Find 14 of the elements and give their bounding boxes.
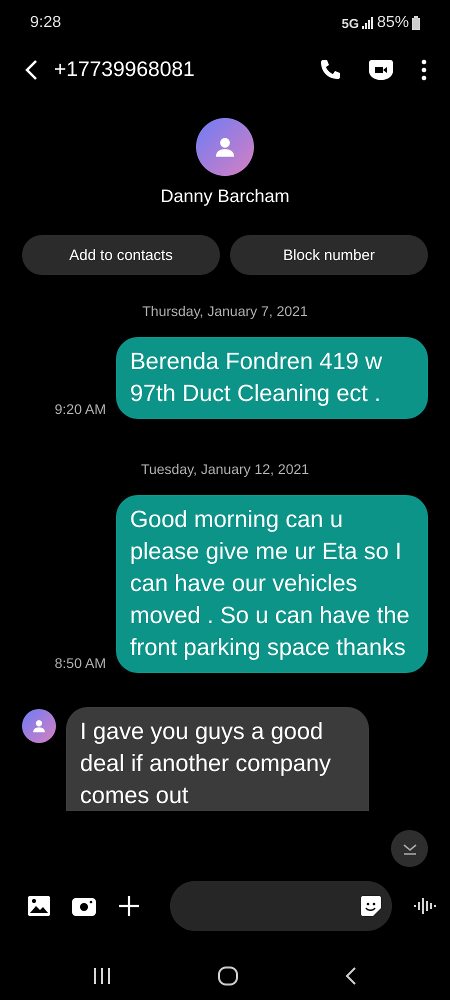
network-label: 5G (342, 16, 359, 30)
date-separator: Thursday, January 7, 2021 (142, 303, 308, 319)
action-button[interactable]: Block number (230, 235, 428, 275)
contact-name: Danny Barcham (160, 186, 290, 207)
date-separator: Tuesday, January 12, 2021 (140, 461, 310, 477)
battery-level: 85% (376, 14, 409, 32)
message-time: 9:20 AM (54, 401, 106, 417)
action-button[interactable]: Add to contacts (22, 235, 220, 275)
sent-message: Good morning can u please give me ur Eta so I can have our vehicles moved . So u can have the front parking space thanks (116, 495, 428, 673)
sent-message: Berenda Fondren 419 w 97th Duct Cleaning ect . (116, 337, 428, 419)
phone-number: +17739968081 (54, 58, 196, 82)
status-time: 9:28 (30, 14, 62, 32)
received-message: I gave you guys a good deal if another company comes out (66, 707, 369, 811)
message-time: 8:50 AM (54, 655, 106, 671)
